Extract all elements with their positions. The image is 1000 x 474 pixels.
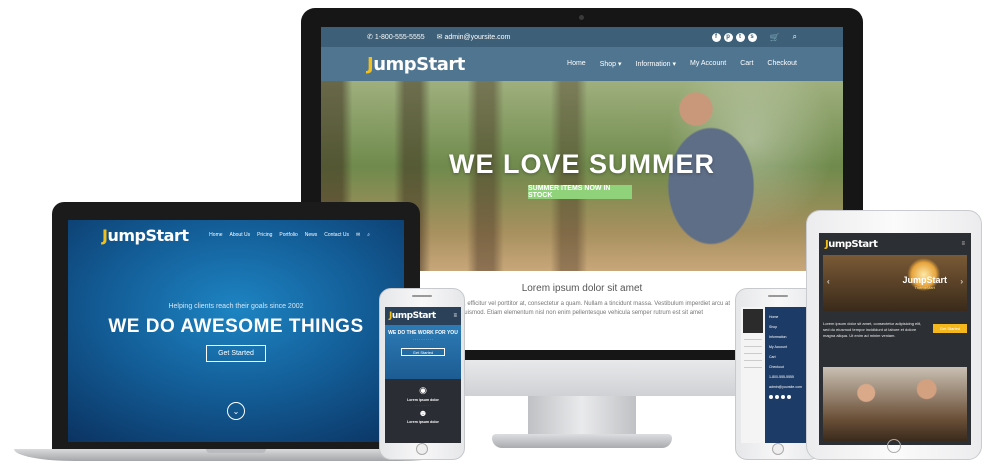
page-preview — [741, 307, 765, 443]
laptop-logo[interactable]: JumpStart — [102, 226, 189, 245]
globe-icon: ◉ — [419, 385, 427, 395]
phone-get-started-button[interactable]: Get Started — [401, 348, 445, 356]
social-links: f p t s 🛒 ⌕ — [711, 32, 797, 42]
mail-icon[interactable]: ✉ — [356, 232, 360, 238]
slide-caption: JumpStart ThemeMart — [902, 275, 947, 290]
twitter-icon[interactable]: t — [735, 32, 745, 42]
laptop-nav-portfolio[interactable]: Portfolio — [279, 232, 297, 238]
nav-cart[interactable]: Cart — [740, 60, 753, 68]
hero-title: WE LOVE SUMMER — [448, 149, 715, 179]
skype-icon[interactable]: s — [747, 32, 757, 42]
phone-nav: JumpStart ≡ — [385, 307, 461, 325]
tablet-intro-text: Lorem ipsum dolor sit amet, consectetur … — [823, 321, 922, 338]
phone-feature: ◉ Lorem ipsum dolor · · · · · · · · · ☻ … — [385, 379, 461, 424]
nav-checkout[interactable]: Checkout — [767, 60, 797, 68]
search-icon[interactable]: ⌕ — [793, 32, 797, 42]
tablet-nav: JumpStart ≡ — [819, 233, 971, 255]
search-icon[interactable]: ⌕ — [367, 232, 370, 238]
hamburger-menu-icon[interactable]: ≡ — [961, 241, 965, 247]
chevron-right-icon[interactable]: › — [960, 277, 963, 286]
tablet-screen: JumpStart ≡ ‹ JumpStart ThemeMart › Lorem… — [819, 233, 971, 445]
hero-cta-button[interactable]: SUMMER ITEMS NOW IN STOCK — [528, 185, 632, 199]
preview-image — [743, 309, 763, 333]
laptop-nav-pricing[interactable]: Pricing — [257, 232, 272, 238]
tablet-logo[interactable]: JumpStart — [825, 239, 878, 250]
chevron-left-icon[interactable]: ‹ — [827, 277, 830, 286]
home-button[interactable] — [416, 443, 428, 455]
imac-foot — [492, 434, 672, 448]
feature-title-2: Lorem ipsum dolor — [407, 420, 439, 424]
phone-hero: WE DO THE WORK FOR YOU · · · · · · · · ·… — [385, 325, 461, 379]
laptop-hero-title: WE DO AWESOME THINGS — [108, 316, 364, 337]
laptop-frame: JumpStart Home About Us Pricing Portfoli… — [52, 202, 420, 449]
cart-icon[interactable]: 🛒 — [770, 33, 780, 42]
tablet-get-started-button[interactable]: Get Started — [933, 324, 967, 333]
get-started-button[interactable]: Get Started — [206, 345, 266, 362]
home-button[interactable] — [887, 439, 901, 453]
laptop-nav-home[interactable]: Home — [209, 232, 222, 238]
facebook-icon[interactable]: f — [711, 32, 721, 42]
phone-hero-text: · · · · · · · · · · — [412, 338, 434, 342]
laptop-nav-contact[interactable]: Contact Us — [324, 232, 349, 238]
phone-left-frame: JumpStart ≡ WE DO THE WORK FOR YOU · · ·… — [379, 288, 465, 460]
imac-stand — [528, 396, 636, 436]
tablet-frame: JumpStart ≡ ‹ JumpStart ThemeMart › Lorem… — [806, 210, 982, 460]
phone-left-screen: JumpStart ≡ WE DO THE WORK FOR YOU · · ·… — [385, 307, 461, 443]
phone-icon: ✆ — [367, 34, 375, 41]
laptop-tagline: Helping clients reach their goals since … — [168, 303, 304, 310]
camera-dot — [579, 15, 584, 20]
nav-home[interactable]: Home — [567, 60, 586, 68]
speaker-grille — [412, 295, 432, 297]
home-button[interactable] — [772, 443, 784, 455]
team-photo — [823, 367, 967, 441]
hamburger-menu-icon[interactable]: ≡ — [453, 313, 457, 319]
main-nav: JumpStart Home Shop ▾ Information ▾ My A… — [321, 47, 843, 81]
laptop-screen: JumpStart Home About Us Pricing Portfoli… — [68, 220, 404, 442]
phone-hero-title: WE DO THE WORK FOR YOU — [388, 330, 458, 336]
users-icon: ☻ — [418, 408, 428, 418]
phone-logo[interactable]: JumpStart — [389, 311, 436, 321]
chevron-down-icon[interactable]: ⌄ — [227, 402, 245, 420]
site-logo[interactable]: JumpStart — [367, 54, 465, 75]
speaker-grille — [768, 295, 788, 297]
laptop-nav-about[interactable]: About Us — [230, 232, 251, 238]
nav-shop[interactable]: Shop ▾ — [600, 60, 622, 68]
pinterest-icon[interactable]: p — [723, 32, 733, 42]
nav-information[interactable]: Information ▾ — [636, 60, 676, 68]
laptop-nav-news[interactable]: News — [305, 232, 318, 238]
tablet-slider: ‹ JumpStart ThemeMart › — [823, 255, 967, 311]
email-contact[interactable]: ✉ admin@yoursite.com — [437, 33, 511, 41]
tablet-intro: Lorem ipsum dolor sit amet, consectetur … — [819, 311, 971, 343]
nav-my-account[interactable]: My Account — [690, 60, 726, 68]
top-bar: ✆ 1-800-555-5555 ✉ admin@yoursite.com f … — [321, 27, 843, 47]
laptop-nav: JumpStart Home About Us Pricing Portfoli… — [68, 220, 404, 250]
laptop-notch — [206, 449, 266, 453]
phone-contact[interactable]: ✆ 1-800-555-5555 — [367, 33, 425, 41]
